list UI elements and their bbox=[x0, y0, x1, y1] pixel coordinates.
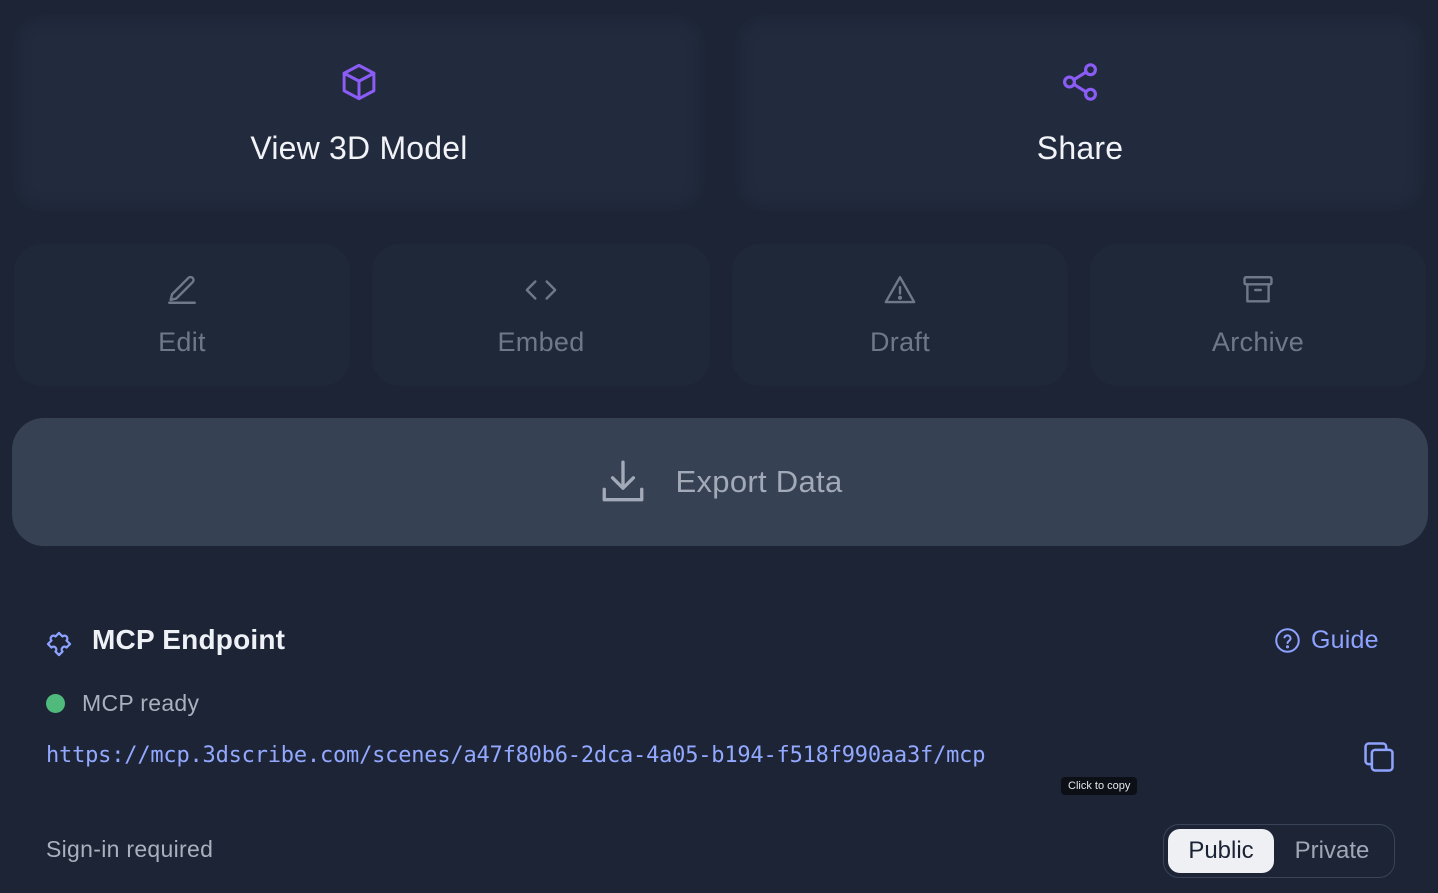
visibility-toggle: Public Private bbox=[1163, 824, 1395, 878]
export-data-button[interactable]: Export Data bbox=[12, 418, 1428, 546]
archive-icon bbox=[1240, 273, 1276, 307]
sign-in-note: Sign-in required bbox=[46, 836, 214, 862]
guide-label: Guide bbox=[1311, 626, 1379, 654]
puzzle-icon bbox=[44, 624, 78, 663]
view-3d-model-label: View 3D Model bbox=[250, 129, 468, 166]
status-indicator bbox=[46, 694, 65, 713]
guide-link[interactable]: Guide bbox=[1274, 626, 1379, 655]
copy-tooltip: Click to copy bbox=[1061, 777, 1138, 795]
export-data-label: Export Data bbox=[675, 464, 843, 499]
draft-label: Draft bbox=[869, 326, 930, 357]
embed-button[interactable]: Embed bbox=[372, 244, 710, 386]
share-label: Share bbox=[1036, 129, 1124, 166]
mcp-status-text: MCP ready bbox=[82, 690, 200, 716]
embed-label: Embed bbox=[497, 326, 585, 357]
cube-icon bbox=[338, 60, 380, 104]
pencil-icon bbox=[165, 273, 199, 307]
help-circle-icon bbox=[1274, 627, 1301, 654]
mcp-endpoint-title: MCP Endpoint bbox=[92, 624, 286, 655]
archive-button[interactable]: Archive bbox=[1090, 244, 1426, 386]
download-icon bbox=[598, 457, 648, 507]
draft-button[interactable]: Draft bbox=[732, 244, 1068, 386]
copy-icon[interactable] bbox=[1360, 738, 1398, 781]
warning-icon bbox=[882, 273, 918, 307]
visibility-public-option[interactable]: Public bbox=[1168, 829, 1274, 873]
share-button[interactable]: Share bbox=[734, 14, 1426, 212]
code-icon bbox=[522, 273, 560, 307]
mcp-url[interactable]: https://mcp.3dscribe.com/scenes/a47f80b6… bbox=[46, 743, 985, 768]
visibility-private-option[interactable]: Private bbox=[1274, 829, 1390, 873]
edit-label: Edit bbox=[158, 326, 206, 357]
share-icon bbox=[1059, 60, 1101, 104]
archive-label: Archive bbox=[1211, 326, 1305, 357]
view-3d-model-button[interactable]: View 3D Model bbox=[12, 14, 706, 212]
edit-button[interactable]: Edit bbox=[14, 244, 350, 386]
